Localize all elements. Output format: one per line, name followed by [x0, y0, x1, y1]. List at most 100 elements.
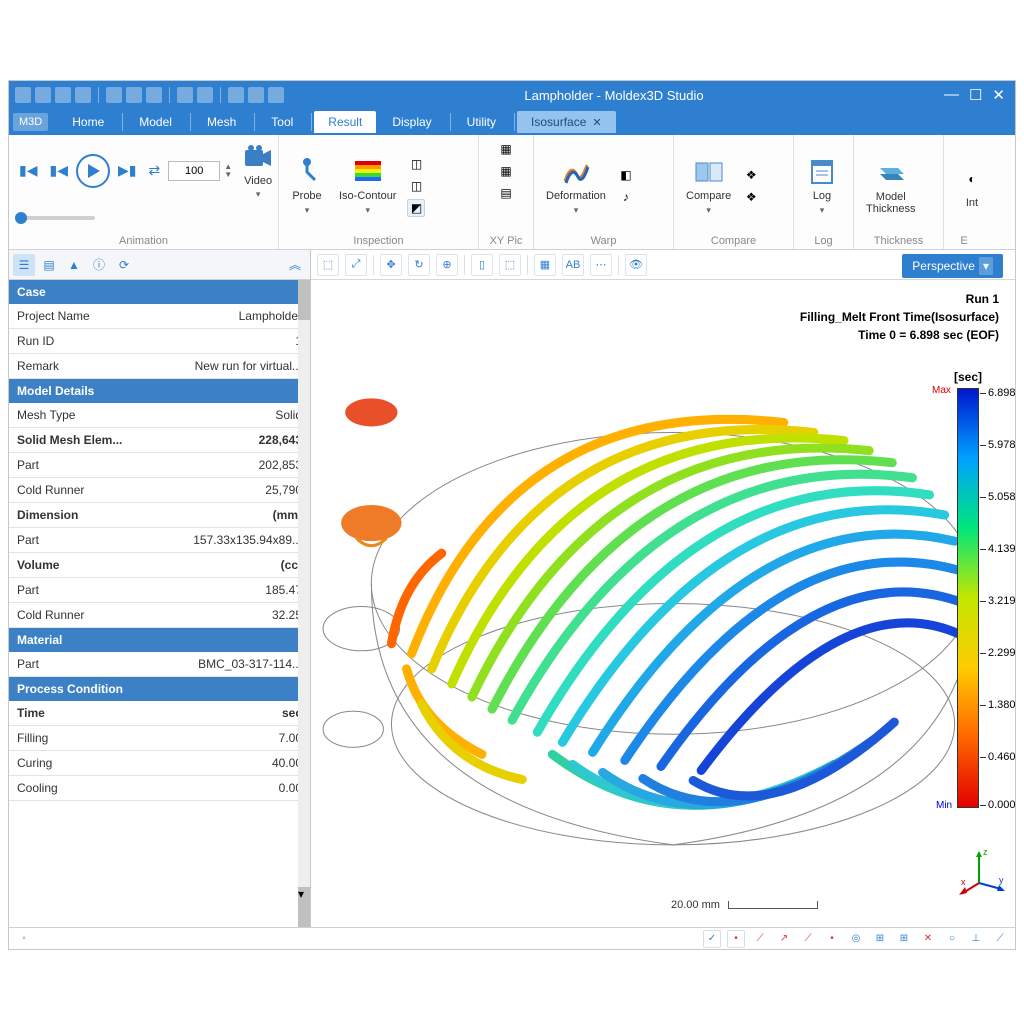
minimize-button[interactable]: —: [944, 86, 959, 104]
iso-contour-button[interactable]: Iso-Contour▾: [333, 154, 402, 217]
group-label-thickness: Thickness: [860, 233, 937, 247]
qat-copy-icon[interactable]: [106, 87, 122, 103]
status-tool-icon[interactable]: ↗: [775, 930, 793, 948]
thickness-button[interactable]: Model Thickness: [860, 155, 922, 217]
status-tool-icon[interactable]: ⟋: [799, 930, 817, 948]
deformation-button[interactable]: Deformation▾: [540, 154, 612, 217]
group-label-warp: Warp: [540, 233, 667, 247]
panel-refresh-icon[interactable]: ⟳: [113, 254, 135, 276]
status-tool-icon[interactable]: ○: [943, 930, 961, 948]
status-tool-icon[interactable]: ⟋: [751, 930, 769, 948]
section-process: Process Condition: [9, 677, 310, 701]
panel-view-icon[interactable]: ▤: [38, 254, 60, 276]
axis-triad: z y x: [959, 847, 999, 887]
vtool-icon[interactable]: ▯: [471, 254, 493, 276]
mini-icon[interactable]: ◧: [617, 166, 635, 184]
status-tool-icon[interactable]: ◎: [847, 930, 865, 948]
mini-icon-active[interactable]: ◩: [407, 199, 425, 217]
vtool-icon[interactable]: ⬚: [499, 254, 521, 276]
status-tool-icon[interactable]: •: [823, 930, 841, 948]
mini-icon[interactable]: ◫: [407, 155, 425, 173]
play-button[interactable]: [76, 154, 110, 188]
mini-icon[interactable]: ◫: [407, 177, 425, 195]
group-label-animation: Animation: [15, 233, 272, 247]
color-legend: [sec] Max Min 6.898 5.978 5.058 4.139 3.…: [929, 370, 1007, 808]
tab-model[interactable]: Model: [125, 111, 186, 133]
viewport[interactable]: ⬚ ⤢ ✥ ↻ ⊕ ▯ ⬚ ▦ AB ⋯ 👁 Perspective▾: [311, 250, 1015, 927]
vtool-icon[interactable]: ⤢: [345, 254, 367, 276]
vtool-icon[interactable]: ⬚: [317, 254, 339, 276]
qat-new-icon[interactable]: [75, 87, 91, 103]
frame-input[interactable]: [168, 161, 220, 181]
qat-open-icon[interactable]: [35, 87, 51, 103]
close-button[interactable]: ✕: [992, 86, 1005, 104]
legend-min-label: Min: [936, 800, 952, 811]
xy-icon[interactable]: ▦: [497, 140, 515, 158]
tab-utility[interactable]: Utility: [453, 111, 510, 133]
panel-info-icon[interactable]: ⓘ: [88, 254, 110, 276]
qat-settings-icon[interactable]: [146, 87, 162, 103]
mini-icon[interactable]: ❖: [742, 188, 760, 206]
panel-filter-icon[interactable]: ▲: [63, 254, 85, 276]
rewind-button[interactable]: ▮◀: [15, 162, 41, 179]
status-tool-icon[interactable]: ⟋: [991, 930, 1009, 948]
qat-save-icon[interactable]: [55, 87, 71, 103]
frame-down-icon[interactable]: ▼: [224, 171, 232, 179]
maximize-button[interactable]: ☐: [969, 86, 982, 104]
panel-scrollbar[interactable]: ▾: [298, 280, 310, 927]
tab-result[interactable]: Result: [314, 111, 376, 133]
vtool-icon[interactable]: ▦: [534, 254, 556, 276]
qat-help-icon[interactable]: [228, 87, 244, 103]
group-label-log: Log: [800, 233, 847, 247]
perspective-dropdown[interactable]: Perspective▾: [902, 254, 1003, 278]
status-tool-icon[interactable]: ⊥: [967, 930, 985, 948]
step-fwd-button[interactable]: ▶▮: [114, 162, 140, 179]
row-dimension: Dimension: [17, 508, 166, 522]
status-tool-icon[interactable]: •: [727, 930, 745, 948]
int-button[interactable]: ◐Int: [950, 161, 994, 211]
qat-icon[interactable]: [15, 87, 31, 103]
qat-search-icon[interactable]: [126, 87, 142, 103]
log-button[interactable]: Log▾: [800, 154, 844, 217]
tab-home[interactable]: Home: [58, 111, 118, 133]
compare-button[interactable]: Compare▾: [680, 154, 737, 217]
row-curing: Curing: [17, 756, 166, 770]
vtool-icon[interactable]: AB: [562, 254, 584, 276]
vtool-icon[interactable]: ⋯: [590, 254, 612, 276]
status-tool-icon[interactable]: ⊞: [895, 930, 913, 948]
video-button[interactable]: Video▾: [236, 139, 280, 202]
xy-icon[interactable]: ▤: [497, 184, 515, 202]
panel-view-list-icon[interactable]: ☰: [13, 254, 35, 276]
file-tab[interactable]: M3D: [13, 113, 48, 131]
section-case: Case: [9, 280, 310, 304]
status-tool-icon[interactable]: ✓: [703, 930, 721, 948]
qat-info-icon[interactable]: [248, 87, 264, 103]
viewport-canvas[interactable]: [311, 280, 1015, 927]
tab-mesh[interactable]: Mesh: [193, 111, 250, 133]
tab-display[interactable]: Display: [378, 111, 445, 133]
mini-icon[interactable]: ♪: [617, 188, 635, 206]
vtool-icon[interactable]: ✥: [380, 254, 402, 276]
qat-camera-icon[interactable]: [268, 87, 284, 103]
tab-tool[interactable]: Tool: [257, 111, 307, 133]
step-back-button[interactable]: ▮◀: [45, 162, 71, 179]
status-tool-icon[interactable]: ✕: [919, 930, 937, 948]
probe-button[interactable]: Probe▾: [285, 154, 329, 217]
tab-close-icon[interactable]: ✕: [592, 117, 601, 129]
qat-redo-icon[interactable]: [197, 87, 213, 103]
svg-text:x: x: [961, 877, 966, 887]
vtool-icon[interactable]: ⊕: [436, 254, 458, 276]
xy-icon[interactable]: ▦: [497, 162, 515, 180]
property-panel: ☰ ▤ ▲ ⓘ ⟳ ︽ Case Project NameLampholder …: [9, 250, 311, 927]
qat-undo-icon[interactable]: [177, 87, 193, 103]
group-label-xypic: XY Pic: [485, 233, 527, 247]
mini-icon[interactable]: ❖: [742, 166, 760, 184]
status-tool-icon[interactable]: ⊞: [871, 930, 889, 948]
settings-icon[interactable]: ⇄: [144, 162, 164, 179]
statusbar: ◦ ✓ • ⟋ ↗ ⟋ • ◎ ⊞ ⊞ ✕ ○ ⊥ ⟋: [9, 927, 1015, 949]
tab-isosurface[interactable]: Isosurface✕: [517, 111, 616, 133]
animation-slider[interactable]: [15, 216, 95, 220]
vtool-icon[interactable]: ↻: [408, 254, 430, 276]
vtool-icon[interactable]: 👁: [625, 254, 647, 276]
panel-collapse-icon[interactable]: ︽: [284, 254, 306, 276]
